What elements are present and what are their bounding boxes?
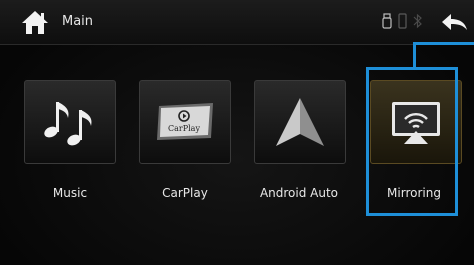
page-title: Main [62,14,94,29]
app-tile-carplay[interactable]: CarPlay [139,80,235,164]
app-label-android-auto: Android Auto [259,186,339,200]
home-button[interactable] [20,8,50,36]
main-screen: Main Music CarPlay CarPlay Android Auto … [0,0,474,265]
app-tile-music[interactable] [24,80,120,164]
music-notes-icon [44,102,92,146]
android-auto-icon [276,98,324,146]
app-label-carplay: CarPlay [162,186,208,200]
callout-line [413,42,474,68]
app-label-music: Music [52,186,88,200]
usb-icon [382,13,392,33]
app-tile-android-auto[interactable] [254,80,350,164]
svg-text:CarPlay: CarPlay [168,124,200,133]
phone-icon [398,13,407,33]
carplay-icon: CarPlay [157,103,213,140]
back-button[interactable] [440,12,468,32]
back-arrow-icon [442,14,467,30]
top-bar: Main [0,0,474,45]
bluetooth-icon [413,13,422,33]
home-icon [22,11,48,34]
selection-highlight [366,67,458,216]
